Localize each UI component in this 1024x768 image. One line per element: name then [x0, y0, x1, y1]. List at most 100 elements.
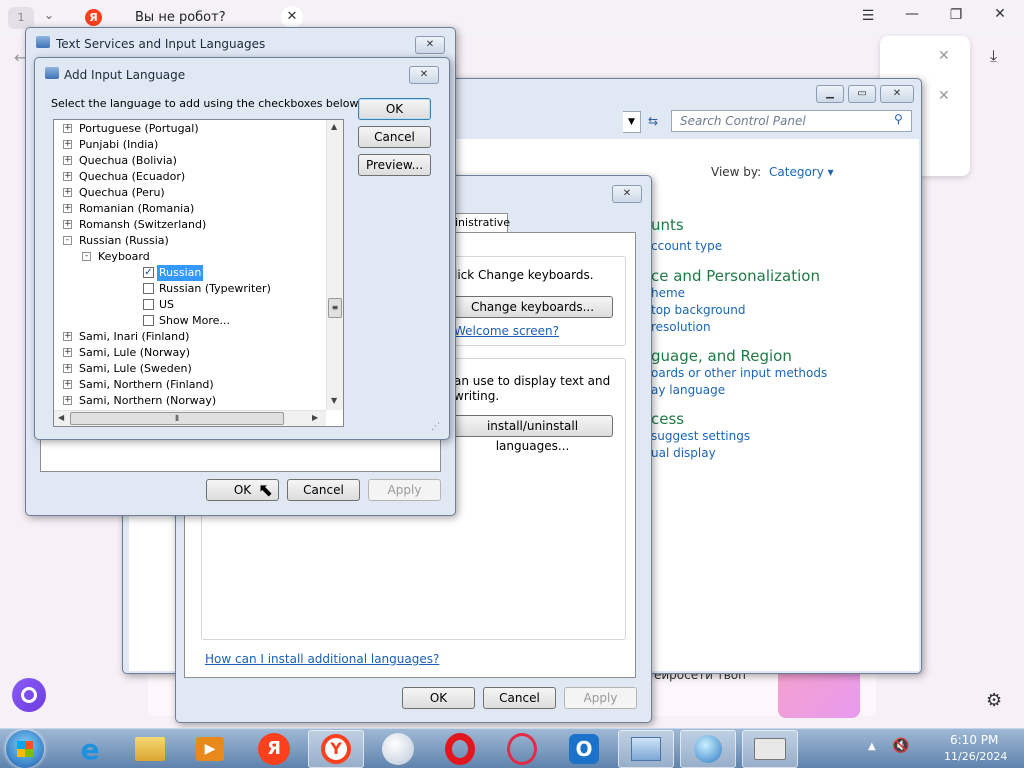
- collapse-icon[interactable]: -: [63, 236, 72, 245]
- text-services-cancel-button[interactable]: Cancel: [287, 479, 360, 501]
- checkbox-icon[interactable]: [143, 299, 154, 310]
- preview-button[interactable]: Preview...: [358, 154, 431, 176]
- cp-link-theme[interactable]: heme: [651, 286, 685, 300]
- help-install-languages-link[interactable]: How can I install additional languages?: [205, 652, 439, 666]
- tab-close-icon[interactable]: ✕: [281, 6, 303, 28]
- text-services-close-button[interactable]: ✕: [415, 36, 445, 54]
- region-ok-button[interactable]: OK: [402, 687, 475, 709]
- region-cancel-button[interactable]: Cancel: [483, 687, 556, 709]
- text-services-apply-button[interactable]: Apply: [368, 479, 441, 501]
- expand-icon[interactable]: +: [63, 204, 72, 213]
- checkbox-icon[interactable]: [143, 283, 154, 294]
- expand-icon[interactable]: +: [63, 364, 72, 373]
- control-panel-taskbar-icon[interactable]: [618, 730, 674, 768]
- download-icon[interactable]: ⤓: [990, 46, 997, 66]
- region-tab-administrative[interactable]: inistrative: [452, 213, 510, 233]
- refresh-icon[interactable]: ⇆: [641, 111, 665, 133]
- tab-counter-button[interactable]: 1: [8, 7, 34, 29]
- expand-icon[interactable]: +: [63, 396, 72, 405]
- scroll-up-icon[interactable]: ▲: [331, 122, 337, 131]
- expand-icon[interactable]: +: [63, 188, 72, 197]
- scroll-left-icon[interactable]: ◀: [58, 413, 64, 422]
- expand-icon[interactable]: +: [63, 220, 72, 229]
- tree-item[interactable]: + Romanian (Romania): [54, 201, 326, 217]
- tree-item[interactable]: + Sami, Inari (Finland): [54, 329, 326, 345]
- cp-section-accounts[interactable]: unts: [651, 216, 684, 234]
- cp-maximize-button[interactable]: ▭: [848, 85, 876, 103]
- cp-link-suggest-settings[interactable]: suggest settings: [651, 429, 750, 443]
- cp-minimize-button[interactable]: ▁: [816, 85, 844, 103]
- yandex-browser-icon[interactable]: Y: [308, 730, 364, 768]
- media-player-icon[interactable]: ▶: [182, 730, 238, 768]
- tree-item[interactable]: + Portuguese (Portugal): [54, 121, 326, 137]
- volume-muted-icon[interactable]: 🔇: [892, 738, 909, 754]
- checkbox-icon[interactable]: [143, 315, 154, 326]
- alice-icon[interactable]: [12, 678, 46, 712]
- chromium-icon[interactable]: [370, 730, 426, 768]
- cp-link-account-type[interactable]: ccount type: [651, 239, 722, 253]
- region-apply-button[interactable]: Apply: [564, 687, 637, 709]
- cp-link-visual-display[interactable]: ual display: [651, 446, 716, 460]
- search-control-panel-input[interactable]: Search Control Panel ⚲: [671, 110, 912, 132]
- tree-item[interactable]: + Sami, Lule (Sweden): [54, 361, 326, 377]
- h-scroll-thumb[interactable]: ⦀: [70, 412, 284, 425]
- tree-item[interactable]: - Keyboard: [54, 249, 326, 265]
- tree-item[interactable]: Russian (Typewriter): [54, 281, 326, 297]
- search-icon[interactable]: ⚲: [894, 112, 903, 126]
- tree-item[interactable]: US: [54, 297, 326, 313]
- restore-icon[interactable]: ❐: [941, 7, 971, 23]
- resize-grip-icon[interactable]: ⋰: [431, 422, 440, 432]
- address-dropdown-icon[interactable]: ▼: [623, 111, 641, 133]
- cp-link-desktop-background[interactable]: top background: [651, 303, 745, 317]
- language-tree[interactable]: + Portuguese (Portugal) + Punjabi (India) + Q…: [53, 119, 344, 427]
- clock-date[interactable]: 11/26/2024: [944, 750, 1007, 763]
- internet-explorer-icon[interactable]: e: [62, 730, 118, 768]
- tree-item[interactable]: + Quechua (Bolivia): [54, 153, 326, 169]
- tray-arrow-icon[interactable]: ▲: [868, 741, 876, 752]
- tree-horizontal-scrollbar[interactable]: ◀ ⦀ ▶: [54, 410, 326, 426]
- tree-item[interactable]: + Sami, Northern (Finland): [54, 377, 326, 393]
- close-window-icon[interactable]: ✕: [985, 6, 1015, 22]
- collapse-icon[interactable]: -: [82, 252, 91, 261]
- start-button[interactable]: [6, 730, 44, 768]
- cp-close-button[interactable]: ✕: [880, 85, 914, 103]
- network-globe-icon[interactable]: [680, 730, 736, 768]
- scroll-thumb[interactable]: ≡: [328, 298, 342, 318]
- tree-item[interactable]: + Sami, Northern (Norway): [54, 393, 326, 409]
- tree-item[interactable]: + Quechua (Ecuador): [54, 169, 326, 185]
- notification-close-icon[interactable]: ✕: [938, 48, 950, 64]
- install-languages-button[interactable]: install/uninstall languages...: [452, 415, 613, 453]
- cp-link-resolution[interactable]: resolution: [651, 320, 711, 334]
- scroll-right-icon[interactable]: ▶: [312, 413, 318, 422]
- tab-title[interactable]: Вы не робот?: [135, 10, 226, 25]
- notification-close-icon-2[interactable]: ✕: [938, 88, 950, 104]
- change-keyboards-button[interactable]: Change keyboards...: [452, 296, 613, 318]
- expand-icon[interactable]: +: [63, 380, 72, 389]
- cp-section-language[interactable]: guage, and Region: [651, 347, 792, 365]
- settings-sliders-icon[interactable]: ⚙: [986, 690, 1002, 711]
- yandex-icon[interactable]: Я: [246, 730, 302, 768]
- expand-icon[interactable]: +: [63, 140, 72, 149]
- tree-item[interactable]: + Sami, Lule (Norway): [54, 345, 326, 361]
- menu-icon[interactable]: ☰: [853, 8, 883, 24]
- region-close-button[interactable]: ✕: [612, 185, 642, 203]
- clock-time[interactable]: 6:10 PM: [950, 733, 998, 747]
- add-input-ok-button[interactable]: OK: [358, 98, 431, 120]
- expand-icon[interactable]: +: [63, 172, 72, 181]
- add-input-close-button[interactable]: ✕: [409, 66, 439, 84]
- chevron-down-icon[interactable]: ⌄: [44, 8, 54, 22]
- expand-icon[interactable]: +: [63, 332, 72, 341]
- cp-section-access[interactable]: cess: [651, 410, 684, 428]
- checkbox-icon[interactable]: ✓: [143, 267, 154, 278]
- scroll-down-icon[interactable]: ▼: [331, 396, 337, 405]
- opera-alt-icon[interactable]: O: [556, 730, 612, 768]
- tree-item[interactable]: ✓ Russian: [54, 265, 326, 281]
- tree-vertical-scrollbar[interactable]: ▲ ≡ ▼: [326, 120, 343, 410]
- file-explorer-icon[interactable]: [122, 730, 178, 768]
- tree-item[interactable]: + Punjabi (India): [54, 137, 326, 153]
- tree-item[interactable]: + Romansh (Switzerland): [54, 217, 326, 233]
- welcome-screen-link[interactable]: Welcome screen?: [454, 324, 559, 338]
- keyboard-language-icon[interactable]: [742, 730, 798, 768]
- cp-link-display-language[interactable]: ay language: [651, 383, 725, 397]
- opera-gx-icon[interactable]: [494, 730, 550, 768]
